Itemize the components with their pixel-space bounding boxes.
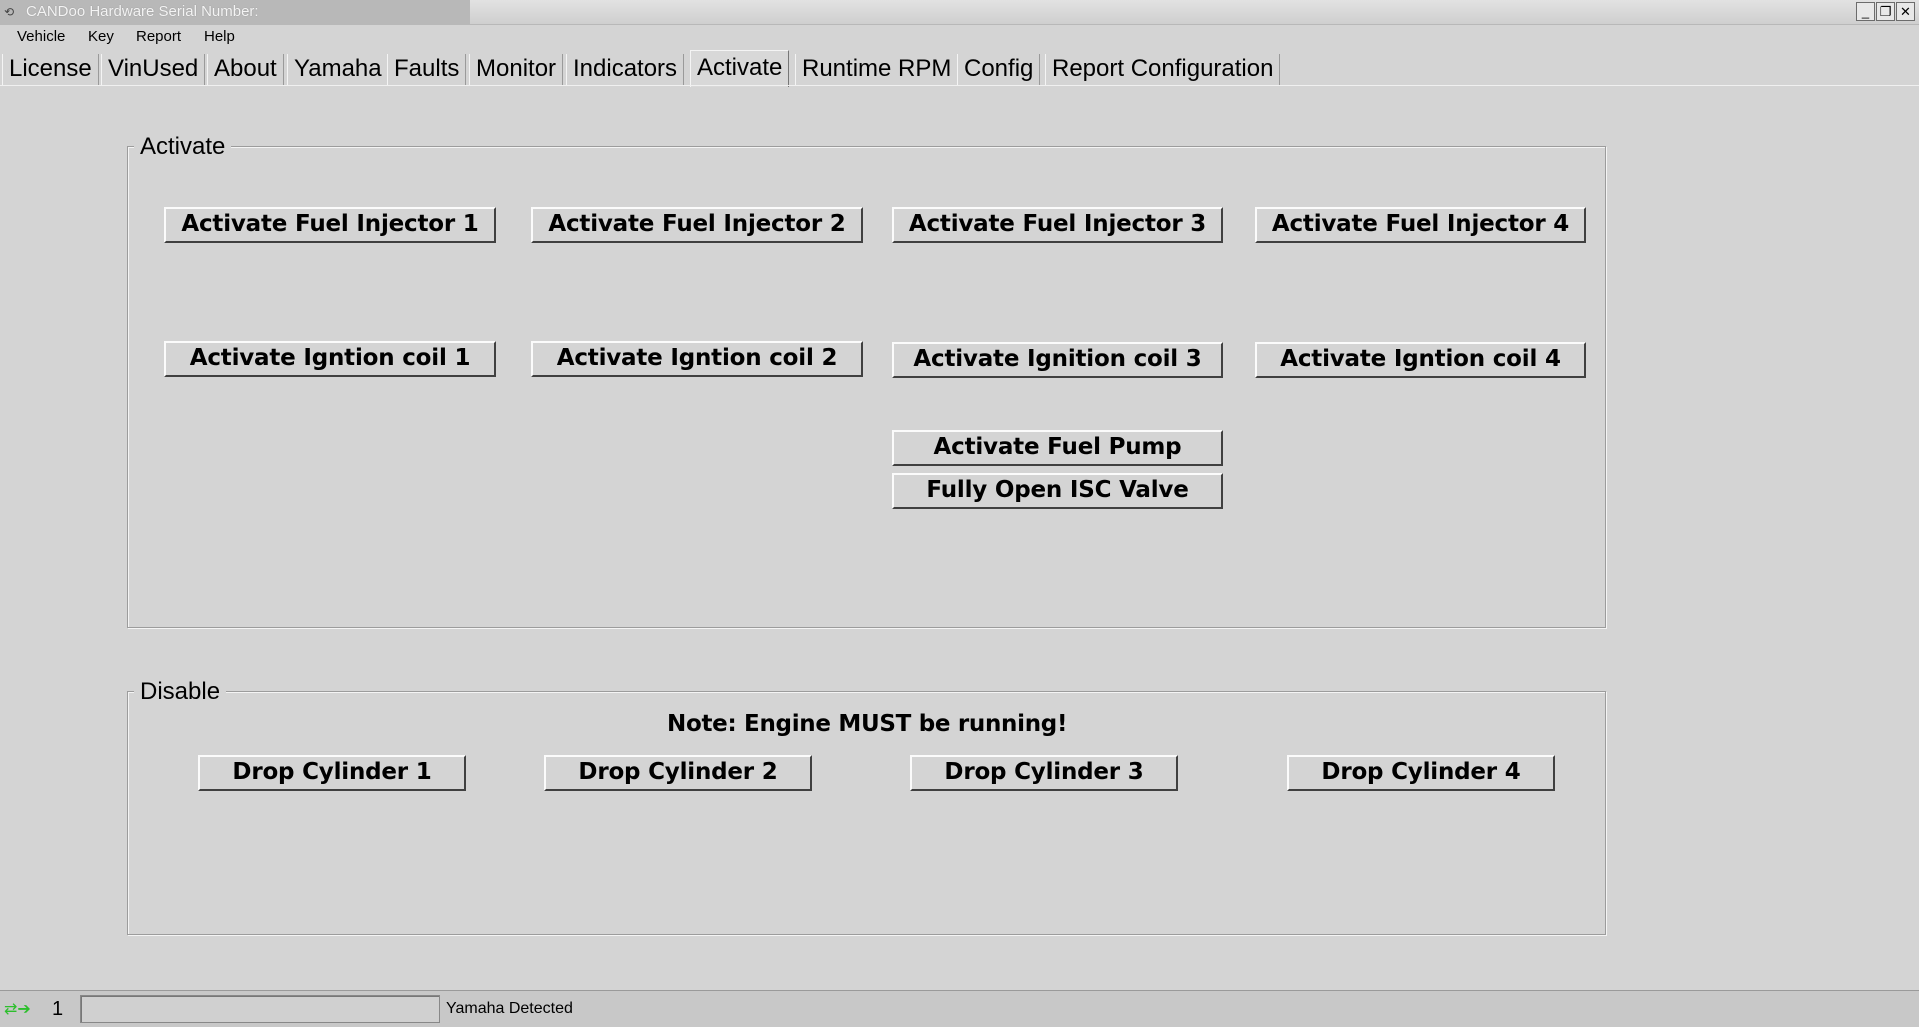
fully-open-isc-valve-button[interactable]: Fully Open ISC Valve bbox=[892, 473, 1223, 509]
tab-config[interactable]: Config bbox=[957, 54, 1041, 86]
status-bar: ⇄➔ 1 Yamaha Detected bbox=[0, 990, 1919, 1027]
drop-cylinder-2-button[interactable]: Drop Cylinder 2 bbox=[544, 755, 812, 791]
activate-ignition-coil-2-button[interactable]: Activate Igntion coil 2 bbox=[531, 341, 863, 377]
status-progress-field bbox=[80, 995, 440, 1023]
menu-key[interactable]: Key bbox=[88, 28, 114, 45]
tab-strip: License VinUsed About Yamaha Faults Moni… bbox=[0, 50, 1919, 87]
activate-fuel-injector-2-button[interactable]: Activate Fuel Injector 2 bbox=[531, 207, 863, 243]
tab-activate[interactable]: Activate bbox=[690, 50, 790, 87]
disable-group-label: Disable bbox=[134, 678, 227, 706]
tab-vinused[interactable]: VinUsed bbox=[101, 54, 206, 86]
activate-fuel-pump-button[interactable]: Activate Fuel Pump bbox=[892, 430, 1223, 466]
tab-about[interactable]: About bbox=[207, 54, 284, 86]
activate-ignition-coil-4-button[interactable]: Activate Igntion coil 4 bbox=[1255, 342, 1586, 378]
status-count: 1 bbox=[52, 998, 64, 1020]
minimize-button[interactable]: _ bbox=[1856, 2, 1875, 21]
activate-fuel-injector-1-button[interactable]: Activate Fuel Injector 1 bbox=[164, 207, 496, 243]
activate-fuel-injector-4-button[interactable]: Activate Fuel Injector 4 bbox=[1255, 207, 1586, 243]
activate-fuel-injector-3-button[interactable]: Activate Fuel Injector 3 bbox=[892, 207, 1223, 243]
window-title: CANDoo Hardware Serial Number: bbox=[26, 3, 259, 20]
tab-report-configuration[interactable]: Report Configuration bbox=[1045, 54, 1281, 86]
menu-help[interactable]: Help bbox=[204, 28, 235, 45]
drop-cylinder-4-button[interactable]: Drop Cylinder 4 bbox=[1287, 755, 1555, 791]
title-bar: ⟲ CANDoo Hardware Serial Number: _ ❐ ✕ bbox=[0, 0, 1919, 25]
close-button[interactable]: ✕ bbox=[1896, 2, 1915, 21]
tab-faults[interactable]: Faults bbox=[387, 54, 467, 86]
status-text: Yamaha Detected bbox=[446, 1000, 573, 1017]
app-icon: ⟲ bbox=[4, 5, 15, 19]
tab-monitor[interactable]: Monitor bbox=[469, 54, 564, 86]
activate-group-label: Activate bbox=[134, 133, 232, 161]
menu-bar: Vehicle Key Report Help bbox=[0, 25, 1919, 49]
restore-button[interactable]: ❐ bbox=[1876, 2, 1895, 21]
drop-cylinder-1-button[interactable]: Drop Cylinder 1 bbox=[198, 755, 466, 791]
activate-ignition-coil-3-button[interactable]: Activate Ignition coil 3 bbox=[892, 342, 1223, 378]
activate-ignition-coil-1-button[interactable]: Activate Igntion coil 1 bbox=[164, 341, 496, 377]
tab-indicators[interactable]: Indicators bbox=[566, 54, 685, 86]
engine-running-note: Note: Engine MUST be running! bbox=[667, 711, 1068, 737]
menu-vehicle[interactable]: Vehicle bbox=[17, 28, 65, 45]
connection-arrows-icon: ⇄➔ bbox=[4, 1001, 31, 1018]
tab-divider bbox=[0, 85, 1919, 86]
tab-license[interactable]: License bbox=[2, 54, 99, 86]
tab-runtime-rpm[interactable]: Runtime RPM bbox=[795, 54, 959, 86]
menu-report[interactable]: Report bbox=[136, 28, 181, 45]
tab-yamaha[interactable]: Yamaha bbox=[287, 54, 389, 86]
drop-cylinder-3-button[interactable]: Drop Cylinder 3 bbox=[910, 755, 1178, 791]
